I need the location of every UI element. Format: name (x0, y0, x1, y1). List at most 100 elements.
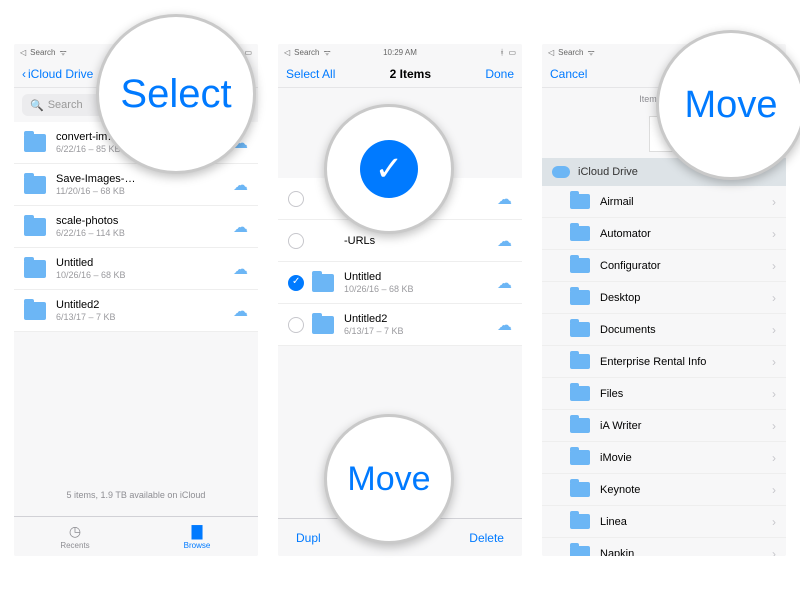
file-meta: 11/20/16 – 68 KB (56, 186, 233, 196)
battery-icon: ▭ (508, 48, 516, 57)
select-circle-checked[interactable] (288, 275, 304, 291)
folder-icon (24, 176, 46, 194)
cloud-download-icon[interactable]: ☁ (233, 176, 248, 194)
file-meta: 10/26/16 – 68 KB (56, 270, 233, 280)
folder-row[interactable]: Airmail› (542, 186, 786, 218)
file-name: Untitled (56, 257, 233, 269)
wifi-icon: ᯤ (588, 47, 595, 58)
chevron-right-icon: › (772, 323, 776, 337)
file-row[interactable]: Untitled26/13/17 – 7 KB☁ (278, 304, 522, 346)
folder-icon (24, 218, 46, 236)
chevron-right-icon: › (772, 451, 776, 465)
clock-icon: ◷ (69, 523, 81, 540)
select-circle[interactable] (288, 233, 304, 249)
nav-bar: Select All 2 Items Done (278, 60, 522, 88)
folder-icon (24, 260, 46, 278)
duplicate-button[interactable]: Dupl (296, 531, 321, 545)
file-row[interactable]: Untitled10/26/16 – 68 KB☁ (14, 248, 258, 290)
cancel-button[interactable]: Cancel (550, 67, 587, 81)
folder-row[interactable]: Linea› (542, 506, 786, 538)
folder-icon (570, 354, 590, 369)
folder-icon (312, 274, 334, 292)
folder-row[interactable]: Documents› (542, 314, 786, 346)
folder-row[interactable]: iMovie› (542, 442, 786, 474)
chevron-left-icon: ‹ (22, 67, 26, 81)
folder-row[interactable]: Napkin› (542, 538, 786, 556)
folder-name: Keynote (600, 484, 772, 496)
nav-title: 2 Items (390, 67, 431, 81)
folder-icon (24, 134, 46, 152)
file-name: Untitled (344, 271, 497, 283)
folder-row[interactable]: Enterprise Rental Info› (542, 346, 786, 378)
folder-icon (570, 418, 590, 433)
callout-select: Select (96, 14, 256, 174)
folder-icon (570, 226, 590, 241)
folder-row[interactable]: Files› (542, 378, 786, 410)
cloud-download-icon[interactable]: ☁ (497, 232, 512, 250)
callout-label: Move (347, 460, 430, 499)
icloud-icon (552, 166, 570, 178)
folder-icon (570, 386, 590, 401)
folder-row[interactable]: Desktop› (542, 282, 786, 314)
file-row[interactable]: scale-photos6/22/16 – 114 KB☁ (14, 206, 258, 248)
search-icon: 🔍 (30, 99, 44, 112)
file-name: scale-photos (56, 215, 233, 227)
file-row[interactable]: Save-Images-…11/20/16 – 68 KB☁ (14, 164, 258, 206)
folder-icon (570, 322, 590, 337)
folder-row[interactable]: Configurator› (542, 250, 786, 282)
chevron-right-icon: › (772, 227, 776, 241)
tab-recents[interactable]: ◷Recents (14, 517, 136, 556)
wifi-icon: ᯤ (60, 47, 67, 58)
select-circle[interactable] (288, 317, 304, 333)
delete-button[interactable]: Delete (469, 531, 504, 545)
tab-label: Browse (184, 541, 211, 550)
folder-icon (570, 290, 590, 305)
folder-name: Configurator (600, 260, 772, 272)
file-row[interactable]: Untitled10/26/16 – 68 KB☁ (278, 262, 522, 304)
chevron-right-icon: › (772, 355, 776, 369)
back-button[interactable]: ‹iCloud Drive (22, 67, 93, 81)
folder-name: Automator (600, 228, 772, 240)
folder-row[interactable]: Automator› (542, 218, 786, 250)
folder-name: Enterprise Rental Info (600, 356, 772, 368)
folder-name: Napkin (600, 548, 772, 557)
bluetooth-icon: ᚼ (500, 48, 505, 57)
folder-name: Documents (600, 324, 772, 336)
status-bar: ◁Searchᯤ 10:29 AM ᚼ▭ (278, 44, 522, 60)
folder-icon (570, 482, 590, 497)
folder-name: Desktop (600, 292, 772, 304)
cloud-download-icon[interactable]: ☁ (497, 316, 512, 334)
file-meta: 6/22/16 – 114 KB (56, 228, 233, 238)
back-app-icon: ◁ (548, 48, 554, 57)
status-time: 10:29 AM (383, 48, 417, 57)
tab-browse[interactable]: ▇Browse (136, 517, 258, 556)
callout-move-bottom: Move (324, 414, 454, 544)
folder-icon: ▇ (192, 523, 203, 540)
callout-label: Select (120, 72, 231, 117)
cloud-download-icon[interactable]: ☁ (233, 302, 248, 320)
select-all-button[interactable]: Select All (286, 67, 335, 81)
file-name: -URLs (344, 235, 497, 247)
done-button[interactable]: Done (485, 67, 514, 81)
callout-move-top: Move (656, 30, 800, 180)
cloud-download-icon[interactable]: ☁ (233, 218, 248, 236)
callout-checkmark: ✓ (324, 104, 454, 234)
folder-name: Airmail (600, 196, 772, 208)
chevron-right-icon: › (772, 515, 776, 529)
select-circle[interactable] (288, 191, 304, 207)
back-app-icon: ◁ (20, 48, 26, 57)
chevron-right-icon: › (772, 387, 776, 401)
folder-icon (312, 316, 334, 334)
cloud-download-icon[interactable]: ☁ (497, 190, 512, 208)
storage-info: 5 items, 1.9 TB available on iCloud (14, 480, 258, 510)
folder-name: Files (600, 388, 772, 400)
file-row[interactable]: Untitled26/13/17 – 7 KB☁ (14, 290, 258, 332)
cloud-download-icon[interactable]: ☁ (233, 260, 248, 278)
folder-row[interactable]: iA Writer› (542, 410, 786, 442)
file-meta: 10/26/16 – 68 KB (344, 284, 497, 294)
folder-row[interactable]: Keynote› (542, 474, 786, 506)
folder-name: iA Writer (600, 420, 772, 432)
cloud-download-icon[interactable]: ☁ (497, 274, 512, 292)
tab-label: Recents (60, 541, 89, 550)
chevron-right-icon: › (772, 291, 776, 305)
